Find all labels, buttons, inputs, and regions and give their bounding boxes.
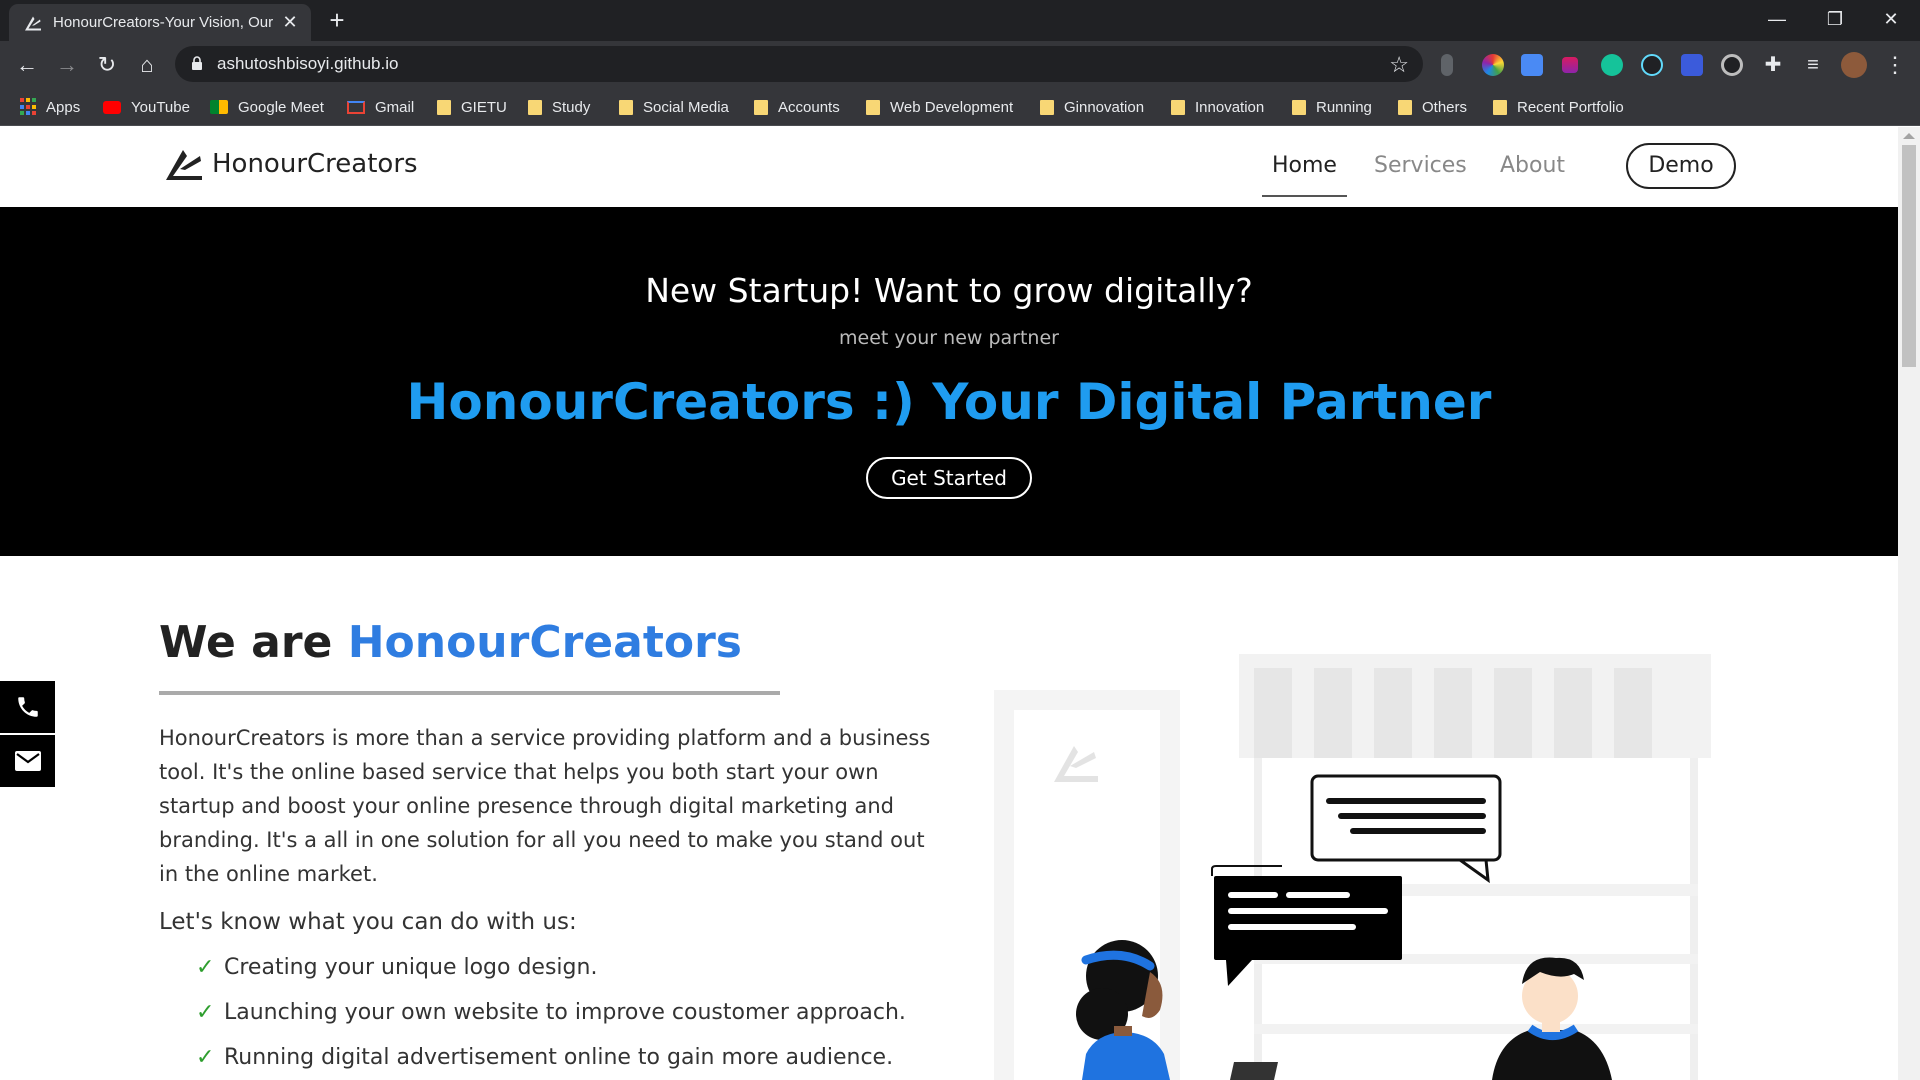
site-navbar: HonourCreators Home Services About Demo bbox=[0, 127, 1898, 207]
feature-item: ✓ Creating your unique logo design. bbox=[196, 955, 598, 980]
brand-name: HonourCreators bbox=[212, 149, 418, 179]
title-underline bbox=[159, 691, 780, 695]
browser-tab[interactable]: HonourCreators-Your Vision, Our ✕ bbox=[9, 4, 311, 41]
apps-grid-icon bbox=[20, 98, 38, 116]
partnership-illustration bbox=[994, 654, 1711, 1080]
get-started-button[interactable]: Get Started bbox=[866, 457, 1032, 499]
reading-list-icon[interactable]: ≡ bbox=[1797, 49, 1829, 81]
bookmarks-bar: Apps YouTube Google Meet Gmail GIETU Stu… bbox=[0, 88, 1920, 126]
folder-icon bbox=[1493, 99, 1507, 115]
feature-item: ✓ Running digital advertisement online t… bbox=[196, 1045, 894, 1070]
scroll-up-icon[interactable] bbox=[1903, 133, 1915, 139]
tab-title: HonourCreators-Your Vision, Our bbox=[53, 14, 274, 31]
mail-icon bbox=[14, 751, 41, 771]
back-icon[interactable]: ← bbox=[11, 49, 43, 81]
extensions-puzzle-icon[interactable]: ✚ bbox=[1757, 49, 1789, 81]
bookmark-folder-recent-portfolio[interactable]: Recent Portfolio bbox=[1493, 96, 1624, 118]
bookmark-apps[interactable]: Apps bbox=[20, 96, 80, 118]
site-brand[interactable]: HonourCreators bbox=[164, 147, 418, 181]
forward-icon[interactable]: → bbox=[51, 49, 83, 81]
bookmark-google-meet[interactable]: Google Meet bbox=[210, 96, 324, 118]
restore-icon[interactable]: ❐ bbox=[1806, 0, 1864, 41]
bookmark-folder-social-media[interactable]: Social Media bbox=[619, 96, 729, 118]
address-bar[interactable]: ashutoshbisoyi.github.io ☆ bbox=[175, 46, 1423, 82]
nav-link-services[interactable]: Services bbox=[1374, 153, 1467, 178]
honourcreators-favicon-icon bbox=[25, 16, 41, 30]
zip-extension-icon[interactable] bbox=[1681, 54, 1703, 76]
react-devtools-extension-icon[interactable] bbox=[1641, 54, 1663, 76]
bookmark-youtube[interactable]: YouTube bbox=[103, 96, 190, 118]
scrollbar-thumb[interactable] bbox=[1902, 145, 1916, 367]
call-button[interactable] bbox=[0, 681, 55, 733]
google-meet-icon bbox=[210, 100, 228, 114]
folder-icon bbox=[754, 99, 768, 115]
demo-button[interactable]: Demo bbox=[1626, 143, 1736, 189]
nav-link-about[interactable]: About bbox=[1500, 153, 1565, 178]
window-close-icon[interactable]: ✕ bbox=[1862, 0, 1920, 41]
folder-icon bbox=[866, 99, 880, 115]
checkmark-icon: ✓ bbox=[196, 955, 215, 980]
bookmark-gmail[interactable]: Gmail bbox=[347, 96, 414, 118]
hero-subtitle: meet your new partner bbox=[839, 327, 1059, 349]
new-tab-icon[interactable]: + bbox=[322, 6, 352, 36]
browser-toolbar: ← → ↻ ⌂ ashutoshbisoyi.github.io ☆ ✚ ≡ ⋮ bbox=[0, 41, 1920, 88]
extension-icon[interactable] bbox=[1721, 54, 1743, 76]
google-translate-extension-icon[interactable] bbox=[1521, 54, 1543, 76]
tab-close-icon[interactable]: ✕ bbox=[279, 12, 301, 33]
folder-icon bbox=[1171, 99, 1185, 115]
profile-avatar[interactable] bbox=[1841, 52, 1867, 78]
email-button[interactable] bbox=[0, 735, 55, 787]
bookmark-folder-accounts[interactable]: Accounts bbox=[754, 96, 840, 118]
hero-banner: New Startup! Want to grow digitally? mee… bbox=[0, 207, 1898, 556]
features-heading: Let's know what you can do with us: bbox=[159, 909, 577, 935]
bookmark-folder-gietu[interactable]: GIETU bbox=[437, 96, 507, 118]
folder-icon bbox=[619, 99, 633, 115]
url-text: ashutoshbisoyi.github.io bbox=[217, 54, 399, 73]
folder-icon bbox=[528, 99, 542, 115]
color-picker-extension-icon[interactable] bbox=[1482, 54, 1504, 76]
phone-icon bbox=[17, 697, 38, 717]
bookmark-folder-others[interactable]: Others bbox=[1398, 96, 1467, 118]
youtube-icon bbox=[103, 100, 121, 114]
browser-tab-bar: HonourCreators-Your Vision, Our ✕ + — ❐ … bbox=[0, 0, 1920, 41]
minimize-icon[interactable]: — bbox=[1748, 0, 1806, 41]
checkmark-icon: ✓ bbox=[196, 1045, 215, 1070]
feature-item: ✓ Launching your own website to improve … bbox=[196, 1000, 906, 1025]
page-scrollbar[interactable] bbox=[1898, 127, 1920, 1080]
nav-link-home[interactable]: Home bbox=[1262, 153, 1347, 197]
bookmark-folder-ginnovation[interactable]: Ginnovation bbox=[1040, 96, 1144, 118]
home-icon[interactable]: ⌂ bbox=[131, 49, 163, 81]
bookmark-folder-study[interactable]: Study bbox=[528, 96, 590, 118]
browser-menu-icon[interactable]: ⋮ bbox=[1879, 49, 1911, 81]
bookmark-folder-running[interactable]: Running bbox=[1292, 96, 1372, 118]
folder-icon bbox=[1398, 99, 1412, 115]
extension-icon[interactable] bbox=[1562, 57, 1578, 73]
web-page: HonourCreators Home Services About Demo … bbox=[0, 127, 1898, 1080]
checkmark-icon: ✓ bbox=[196, 1000, 215, 1025]
about-description: HonourCreators is more than a service pr… bbox=[159, 726, 931, 886]
hero-headline: HonourCreators :) Your Digital Partner bbox=[406, 373, 1492, 431]
about-title-brand: HonourCreators bbox=[347, 617, 742, 668]
extension-icon[interactable] bbox=[1441, 54, 1453, 76]
gmail-icon bbox=[347, 100, 365, 114]
hero-question: New Startup! Want to grow digitally? bbox=[645, 271, 1253, 310]
folder-icon bbox=[1292, 99, 1306, 115]
bookmark-folder-web-development[interactable]: Web Development bbox=[866, 96, 1013, 118]
folder-icon bbox=[437, 99, 451, 115]
folder-icon bbox=[1040, 99, 1054, 115]
honourcreators-logo-icon bbox=[166, 150, 202, 180]
lock-icon bbox=[192, 56, 202, 70]
about-title: We are HonourCreators bbox=[159, 617, 742, 668]
grammarly-extension-icon[interactable] bbox=[1601, 54, 1623, 76]
reload-icon[interactable]: ↻ bbox=[91, 49, 123, 81]
bookmark-star-icon[interactable]: ☆ bbox=[1389, 52, 1409, 78]
bookmark-folder-innovation[interactable]: Innovation bbox=[1171, 96, 1264, 118]
